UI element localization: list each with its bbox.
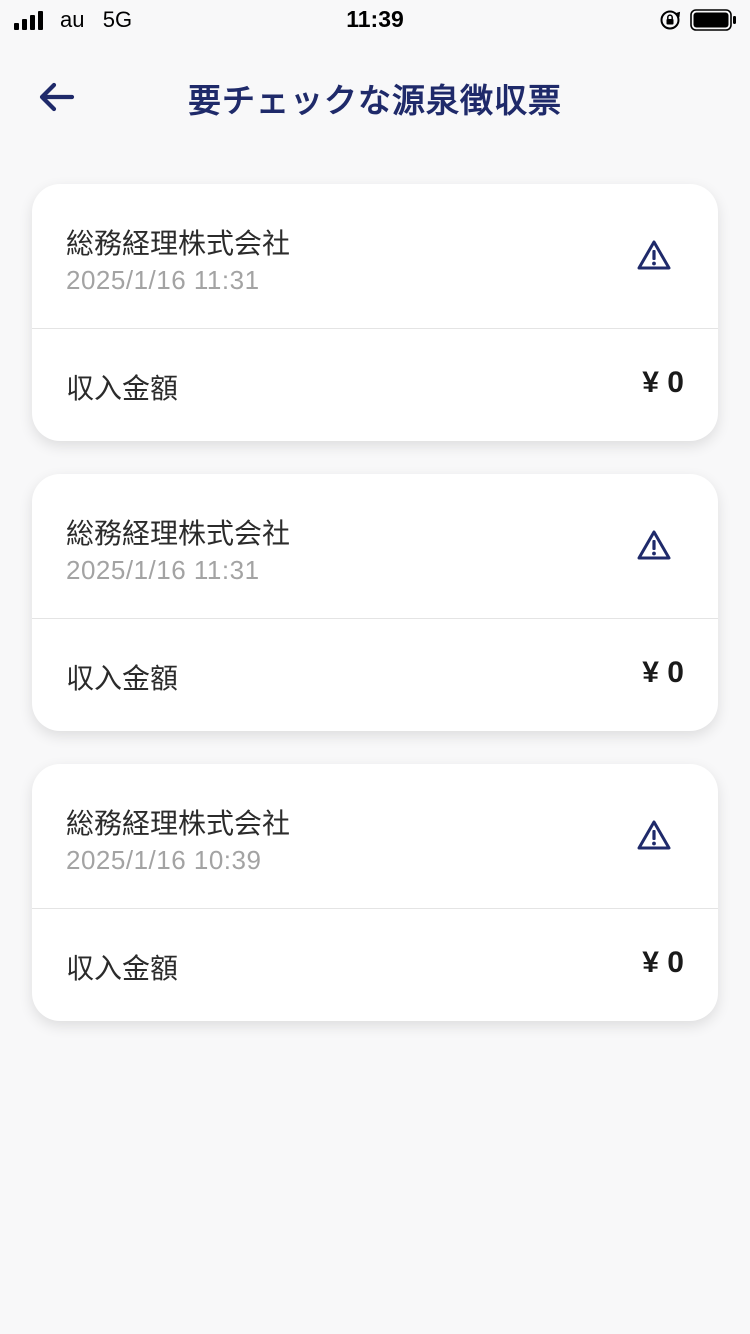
- withholding-card[interactable]: 総務経理株式会社 2025/1/16 11:31 収入金額 ¥ 0: [32, 474, 718, 731]
- amount-label: 収入金額: [66, 372, 179, 405]
- amount-value: ¥ 0: [642, 366, 684, 399]
- warning-triangle-icon[interactable]: [636, 529, 672, 561]
- orientation-lock-icon: [660, 10, 681, 30]
- card-amount-row: 収入金額 ¥ 0: [32, 619, 718, 731]
- card-timestamp: 2025/1/16 11:31: [66, 555, 260, 585]
- warning-triangle-icon[interactable]: [636, 819, 672, 851]
- battery-icon: [690, 9, 736, 31]
- amount-label: 収入金額: [66, 662, 179, 695]
- amount-value: ¥ 0: [642, 656, 684, 689]
- page-title: 要チェックな源泉徴収票: [188, 81, 562, 120]
- amount-label: 収入金額: [66, 952, 179, 985]
- card-header: 総務経理株式会社 2025/1/16 11:31: [32, 474, 718, 619]
- status-time: 11:39: [346, 6, 404, 32]
- card-timestamp: 2025/1/16 11:31: [66, 265, 260, 295]
- nav-header: 要チェックな源泉徴収票: [0, 40, 750, 150]
- amount-value: ¥ 0: [642, 946, 684, 979]
- company-name: 総務経理株式会社: [66, 227, 291, 260]
- status-bar: au 5G 11:39: [0, 0, 750, 40]
- withholding-card[interactable]: 総務経理株式会社 2025/1/16 10:39 収入金額 ¥ 0: [32, 764, 718, 1021]
- card-amount-row: 収入金額 ¥ 0: [32, 909, 718, 1021]
- company-name: 総務経理株式会社: [66, 517, 291, 550]
- company-name: 総務経理株式会社: [66, 807, 291, 840]
- card-timestamp: 2025/1/16 10:39: [66, 845, 262, 875]
- warning-triangle-icon[interactable]: [636, 239, 672, 271]
- card-header: 総務経理株式会社 2025/1/16 10:39: [32, 764, 718, 909]
- card-header: 総務経理株式会社 2025/1/16 11:31: [32, 184, 718, 329]
- withholding-card[interactable]: 総務経理株式会社 2025/1/16 11:31 収入金額 ¥ 0: [32, 184, 718, 441]
- card-amount-row: 収入金額 ¥ 0: [32, 329, 718, 441]
